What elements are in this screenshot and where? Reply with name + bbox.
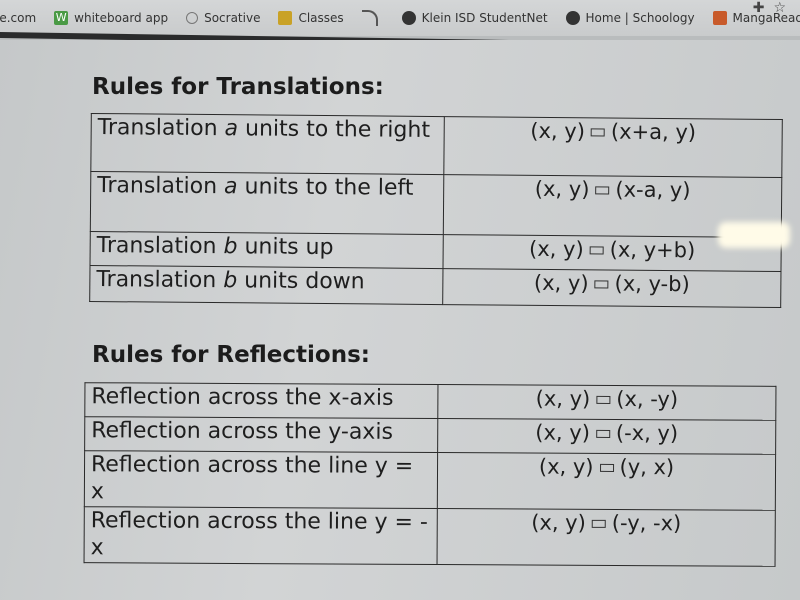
maps-to-icon — [596, 395, 611, 404]
reflections-row: Reflection across the line y = x (x, y) (y… — [84, 450, 776, 511]
translations-title: Rules for Translations: — [92, 74, 384, 100]
rule-description: Reflection across the line y = -x — [84, 506, 438, 565]
rule-mapping: (x, y) (-y, -x) — [437, 508, 776, 567]
star-icon[interactable]: ☆ — [773, 0, 786, 16]
rule-mapping: (x, y) (x, -y) — [437, 384, 776, 421]
translations-table: Translation a units to the right (x, y) (x… — [89, 113, 783, 308]
rule-description: Reflection across the y-axis — [84, 416, 438, 453]
reflections-row: Reflection across the x-axis (x, y) (x, -y… — [84, 382, 776, 421]
rule-mapping: (x, y) (x+a, y) — [443, 116, 783, 178]
rule-description: Translation a units to the right — [90, 113, 445, 175]
screen-glare — [718, 222, 790, 248]
reflections-table: Reflection across the x-axis (x, y) (x, -y… — [84, 382, 777, 567]
reflections-row: Reflection across the line y = -x (x, y)(… — [84, 506, 776, 567]
maps-to-icon — [591, 519, 606, 528]
maps-to-icon — [590, 128, 605, 137]
rule-description: Reflection across the line y = x — [84, 450, 438, 509]
bookmark-studentnet[interactable]: Klein ISD StudentNet — [401, 11, 548, 25]
maps-to-icon — [595, 429, 610, 438]
rule-description: Reflection across the x-axis — [84, 382, 438, 419]
w-logo-icon: W — [54, 11, 69, 25]
classroom-icon — [278, 11, 293, 25]
rule-mapping: (x, y) (y, x) — [437, 452, 776, 511]
bookmark-socrative[interactable]: Socrative — [186, 11, 260, 25]
socrative-icon — [186, 12, 199, 24]
bookmark-schoology[interactable]: Home | Schoology — [565, 11, 695, 25]
rule-mapping: (x, y) (-x, y) — [437, 418, 776, 455]
maps-to-icon — [589, 246, 604, 255]
rule-mapping: (x, y) (x, y-b) — [442, 268, 781, 308]
maps-to-icon — [594, 280, 609, 289]
bookmark-whiteboard[interactable]: Wwhiteboard app — [54, 11, 168, 25]
maps-to-icon — [595, 186, 610, 195]
translations-row: Translation a units to the left (x, y) (x-… — [90, 171, 782, 238]
manga-icon — [712, 11, 727, 25]
translations-row: Translation a units to the right (x, y) (x… — [90, 113, 783, 178]
maps-to-icon — [599, 463, 614, 472]
rule-description: Translation b units up — [90, 231, 444, 269]
rule-description: Translation b units down — [89, 265, 443, 305]
schoology-icon — [565, 11, 580, 25]
signal-icon — [361, 10, 378, 26]
bookmarks-bar: le.com Wwhiteboard app Socrative Classes… — [0, 0, 800, 36]
extension-icon[interactable]: ✚ — [753, 0, 765, 16]
translations-row: Translation b units down (x, y) (x, y-b) — [89, 265, 781, 308]
reflections-title: Rules for Reflections: — [92, 342, 370, 368]
bookmark-google[interactable]: le.com — [0, 11, 36, 25]
bookmark-classes[interactable]: Classes — [278, 11, 344, 25]
bookmark-signal[interactable] — [361, 10, 384, 26]
globe-icon — [401, 11, 416, 25]
rule-description: Translation a units to the left — [90, 171, 444, 235]
reflections-row: Reflection across the y-axis (x, y) (-x, y… — [84, 416, 776, 455]
